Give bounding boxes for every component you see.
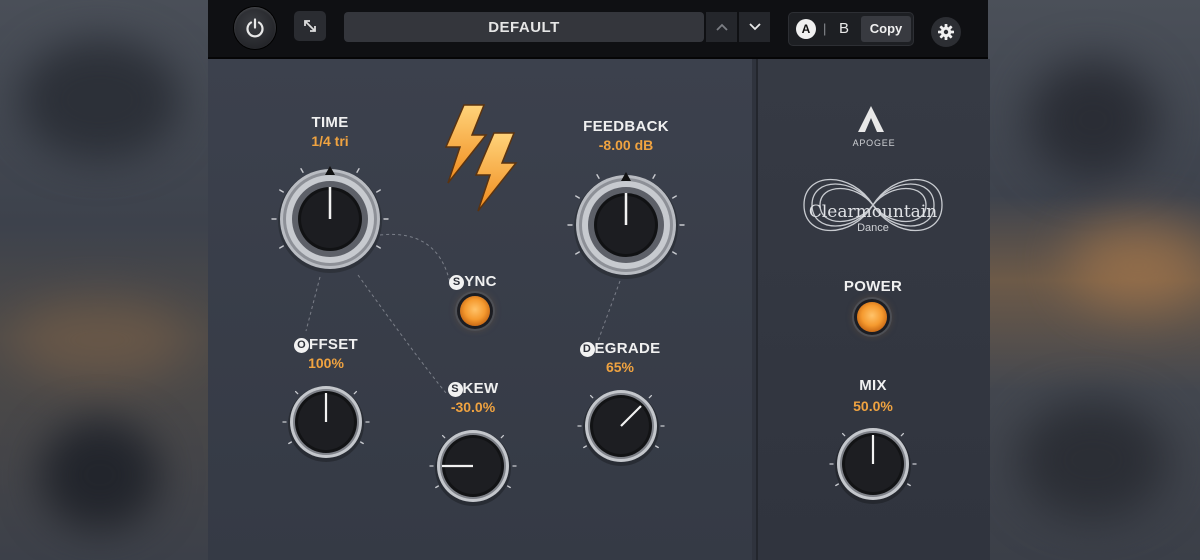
chevron-up-icon	[715, 23, 728, 31]
feedback-knob[interactable]	[566, 165, 686, 285]
apogee-logo-icon	[858, 106, 884, 132]
plugin-window: DEFAULT A | B Copy TIME 1/4 tri FEEDBACK…	[208, 0, 990, 560]
settings-button[interactable]	[931, 17, 961, 47]
skew-label-rest: KEW	[462, 380, 499, 397]
offset-label: O FFSET	[256, 336, 396, 353]
preset-previous-button[interactable]	[706, 12, 737, 42]
sync-label-initial: S	[449, 275, 465, 290]
offset-label-rest: FFSET	[309, 336, 358, 353]
background-left	[0, 0, 208, 560]
time-knob[interactable]	[270, 159, 390, 279]
preset-next-button[interactable]	[739, 12, 770, 42]
mix-knob[interactable]	[829, 421, 917, 507]
lightning-bolts-icon	[444, 104, 518, 212]
power-label: POWER	[843, 278, 903, 295]
degrade-value: 65%	[605, 359, 635, 375]
preset-name: DEFAULT	[488, 18, 560, 36]
degrade-label-rest: EGRADE	[594, 340, 661, 357]
resize-icon	[304, 20, 316, 32]
skew-label-initial: S	[447, 382, 463, 397]
product-subtitle: Dance	[857, 222, 889, 234]
power-icon	[246, 18, 264, 38]
time-value: 1/4 tri	[311, 133, 349, 149]
sync-label-rest: YNC	[464, 273, 497, 290]
ab-compare-group: A | B Copy	[789, 13, 913, 45]
main-controls-panel: TIME 1/4 tri FEEDBACK -8.00 dB S YNC O F…	[208, 59, 752, 560]
product-name: Clearmountain	[808, 202, 938, 222]
skew-knob[interactable]	[429, 423, 517, 509]
output-panel: APOGEE Clearmountain Dance POWER MIX 50.…	[756, 59, 990, 560]
copy-button[interactable]: Copy	[861, 16, 911, 42]
ab-a-button[interactable]: A	[796, 19, 816, 39]
degrade-label: D EGRADE	[550, 340, 690, 357]
offset-label-initial: O	[294, 338, 309, 353]
feedback-value: -8.00 dB	[598, 137, 654, 153]
ab-separator: |	[823, 21, 827, 36]
ab-b-button[interactable]: B	[839, 20, 849, 37]
skew-value: -30.0%	[450, 399, 496, 415]
feedback-label: FEEDBACK	[583, 118, 669, 135]
bypass-button[interactable]	[234, 7, 276, 49]
resize-button[interactable]	[294, 11, 326, 41]
plugin-header: DEFAULT A | B Copy	[208, 0, 988, 59]
chevron-down-icon	[748, 23, 761, 31]
power-button[interactable]	[857, 302, 887, 332]
background-right	[988, 0, 1200, 560]
sync-button[interactable]	[460, 296, 490, 326]
mix-label: MIX	[859, 377, 887, 394]
skew-label: S KEW	[403, 380, 543, 397]
offset-value: 100%	[308, 355, 344, 371]
degrade-knob[interactable]	[577, 383, 665, 469]
degrade-label-initial: D	[579, 342, 595, 357]
mix-value: 50.0%	[853, 398, 893, 414]
gear-icon	[938, 24, 954, 40]
apogee-wordmark: APOGEE	[852, 138, 896, 148]
preset-name-field[interactable]: DEFAULT	[344, 12, 704, 42]
sync-label: S YNC	[403, 273, 543, 290]
offset-knob[interactable]	[282, 379, 370, 465]
time-label: TIME	[311, 114, 349, 131]
